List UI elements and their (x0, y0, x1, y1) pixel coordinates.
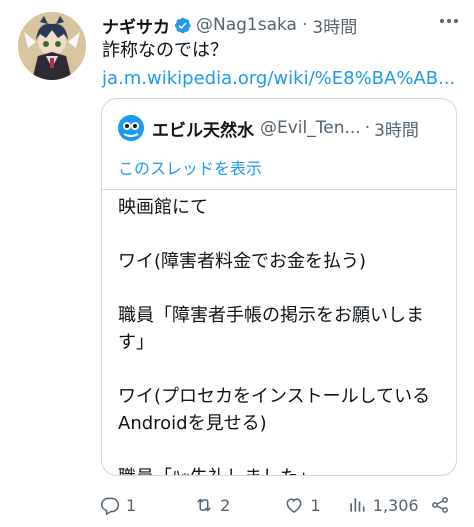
quoted-tweet-body: 映画館にて ワイ(障害者料金でお金を払う) 職員「障害者手帳の掲示をお願いしま … (102, 189, 456, 475)
reply-button[interactable]: 1 (100, 495, 194, 515)
quoted-tweet-card[interactable]: エビル天然水 @Evil_Ten... · 3時間 このスレッドを表示 映画館に… (101, 98, 457, 476)
tweet-timestamp[interactable]: 3時間 (312, 13, 357, 38)
views-icon (350, 498, 365, 512)
like-button[interactable]: 1 (284, 495, 346, 515)
quoted-text-line: ワイ(障害者料金でお金を払う) (118, 251, 367, 272)
reply-icon (100, 497, 120, 515)
retweet-count: 2 (220, 495, 231, 515)
quoted-text-line: 映画館にて (118, 197, 208, 218)
show-thread-link[interactable]: このスレッドを表示 (118, 155, 262, 179)
more-dot-icon (440, 19, 444, 23)
like-count: 1 (310, 495, 321, 515)
quoted-author-handle: @Evil_Ten... (260, 118, 361, 138)
views-count: 1,306 (372, 495, 419, 515)
quoted-author-avatar[interactable] (118, 115, 144, 141)
quoted-text-line: 職員「障害者手帳の掲示をお願いしま (118, 305, 424, 326)
avatar-image (18, 12, 86, 80)
tweet-text: 詐称なのでは？ (102, 40, 228, 61)
quoted-text-line: 職員「ﾊｯ失礼しました」 (118, 464, 442, 475)
author-handle[interactable]: @Nag1saka (196, 15, 297, 35)
more-dot-icon (454, 19, 458, 23)
retweet-icon (197, 498, 211, 512)
retweet-button[interactable]: 2 (194, 495, 284, 515)
quoted-text-line: Androidを見せる) (118, 413, 267, 434)
separator-dot: · (364, 118, 371, 138)
share-icon (432, 497, 448, 513)
quoted-text-line: す」 (118, 332, 154, 353)
author-avatar[interactable] (18, 12, 86, 80)
more-options-button[interactable] (434, 10, 464, 32)
quoted-text-line: ワイ(プロセカをインストールしている (118, 386, 431, 407)
separator-dot: · (301, 15, 308, 35)
more-dot-icon (447, 19, 451, 23)
verified-badge-icon[interactable] (173, 16, 192, 35)
quoted-tweet-timestamp: 3時間 (374, 120, 419, 141)
heart-icon (286, 498, 302, 513)
tweet-action-bar: 1 2 1 1,306 (100, 490, 450, 520)
share-button[interactable] (430, 495, 450, 515)
quoted-tweet-header: エビル天然水 @Evil_Ten... · 3時間 (118, 115, 419, 141)
tweet-link[interactable]: ja.m.wikipedia.org/wiki/%E8%BA%AB... (102, 66, 455, 92)
reply-count: 1 (126, 495, 137, 515)
views-button[interactable]: 1,306 (347, 495, 430, 515)
author-name[interactable]: ナギサカ (102, 13, 170, 38)
quoted-author-name: エビル天然水 (152, 120, 254, 141)
tweet-header: ナギサカ @Nag1saka · 3時間 (102, 12, 357, 38)
